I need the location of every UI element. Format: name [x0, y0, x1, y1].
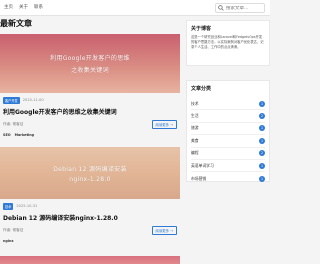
- cover-text: Debian 12 源码编译安装: [53, 165, 127, 173]
- category-item[interactable]: 旅游 1: [191, 123, 265, 136]
- tag-link[interactable]: SEO: [3, 133, 11, 137]
- category-badge[interactable]: 客户开发: [3, 97, 20, 104]
- about-heading: 关于博客: [191, 26, 212, 32]
- post-cover-image[interactable]: [0, 256, 180, 264]
- post-title[interactable]: 利用Google开发客户的思维之收集关键词: [3, 107, 180, 116]
- post-title[interactable]: Debian 12 源码编译安装nginx-1.28.0: [3, 213, 180, 222]
- categories-widget: 文章分类 技术 1 生活 2 旅游 1 美食 1 编程 2 英语单词学习 1 市…: [186, 80, 270, 182]
- read-more-button[interactable]: 阅读更多 →: [151, 119, 177, 129]
- category-item[interactable]: 美食 1: [191, 135, 265, 148]
- nav-home-link[interactable]: 主页: [4, 4, 13, 10]
- category-name: 美食: [191, 137, 199, 143]
- post-footer: 作者: 常客征 阅读更多 →: [3, 119, 177, 129]
- category-item[interactable]: 技术 1: [191, 98, 265, 111]
- post-author: 作者: 常客征: [3, 121, 24, 126]
- post-card: 利用Google开发客户的思维 之收集关键词 客户开发 2025-11-00 利…: [0, 34, 180, 137]
- category-badge[interactable]: 技术: [3, 203, 14, 210]
- post-tags: SEO Marketing: [3, 133, 177, 137]
- page-title: 最新文章: [0, 19, 32, 28]
- post-card: Debian 12 源码编译安装 nginx-1.28.0 技术 2025-10…: [0, 147, 180, 243]
- post-footer: 作者: 常客征 阅读更多 →: [3, 225, 177, 235]
- cover-text: 之收集关键词: [71, 67, 109, 74]
- post-meta: 技术 2025-10-31: [3, 203, 180, 210]
- category-count: 2: [259, 150, 265, 157]
- category-item[interactable]: 编程 2: [191, 148, 265, 160]
- category-name: 生活: [191, 113, 199, 119]
- post-meta: 客户开发 2025-11-00: [3, 97, 180, 104]
- post-date: 2025-10-31: [16, 204, 38, 209]
- nav-contact-link[interactable]: 联系: [34, 4, 43, 10]
- category-item[interactable]: 市场营销 1: [191, 172, 265, 184]
- category-name: 旅游: [191, 125, 199, 131]
- category-name: 编程: [191, 150, 199, 156]
- read-more-button[interactable]: 阅读更多 →: [151, 225, 177, 235]
- tag-link[interactable]: Marketing: [15, 133, 34, 137]
- search-icon[interactable]: [218, 5, 224, 11]
- search-box[interactable]: [215, 3, 266, 13]
- cover-text: 利用Google开发客户的思维: [50, 55, 130, 62]
- post-cover-image[interactable]: Debian 12 源码编译安装 nginx-1.28.0: [0, 147, 180, 199]
- category-count: 1: [259, 100, 265, 107]
- categories-heading: 文章分类: [191, 86, 212, 92]
- post-tags: nginx: [3, 239, 177, 243]
- nav-about-link[interactable]: 关于: [19, 4, 28, 10]
- category-item[interactable]: 生活 2: [191, 110, 265, 123]
- category-count: 2: [259, 113, 265, 120]
- search-input[interactable]: [226, 5, 266, 11]
- category-count: 1: [259, 175, 265, 182]
- main-nav: 主页 关于 联系: [4, 4, 43, 10]
- post-card: [0, 256, 180, 264]
- about-text: 这是一个研究创业和Laravel和FedgetsOps开发的客户思路方法，以实际…: [191, 35, 264, 49]
- category-list: 技术 1 生活 2 旅游 1 美食 1 编程 2 英语单词学习 1 市场营销 1: [191, 98, 265, 185]
- category-name: 市场营销: [191, 175, 207, 181]
- post-date: 2025-11-00: [22, 98, 44, 103]
- category-name: 技术: [191, 100, 199, 106]
- top-navbar: 主页 关于 联系: [0, 0, 270, 16]
- post-cover-image[interactable]: 利用Google开发客户的思维 之收集关键词: [0, 34, 180, 93]
- post-author: 作者: 常客征: [3, 227, 24, 232]
- category-name: 英语单词学习: [191, 162, 214, 168]
- about-widget: 关于博客 这是一个研究创业和Laravel和FedgetsOps开发的客户思路方…: [186, 20, 270, 66]
- category-item[interactable]: 英语单词学习 1: [191, 160, 265, 173]
- cover-text: nginx-1.28.0: [69, 175, 111, 183]
- category-count: 1: [259, 162, 265, 169]
- category-count: 1: [259, 125, 265, 132]
- category-count: 1: [259, 137, 265, 144]
- tag-link[interactable]: nginx: [3, 239, 14, 243]
